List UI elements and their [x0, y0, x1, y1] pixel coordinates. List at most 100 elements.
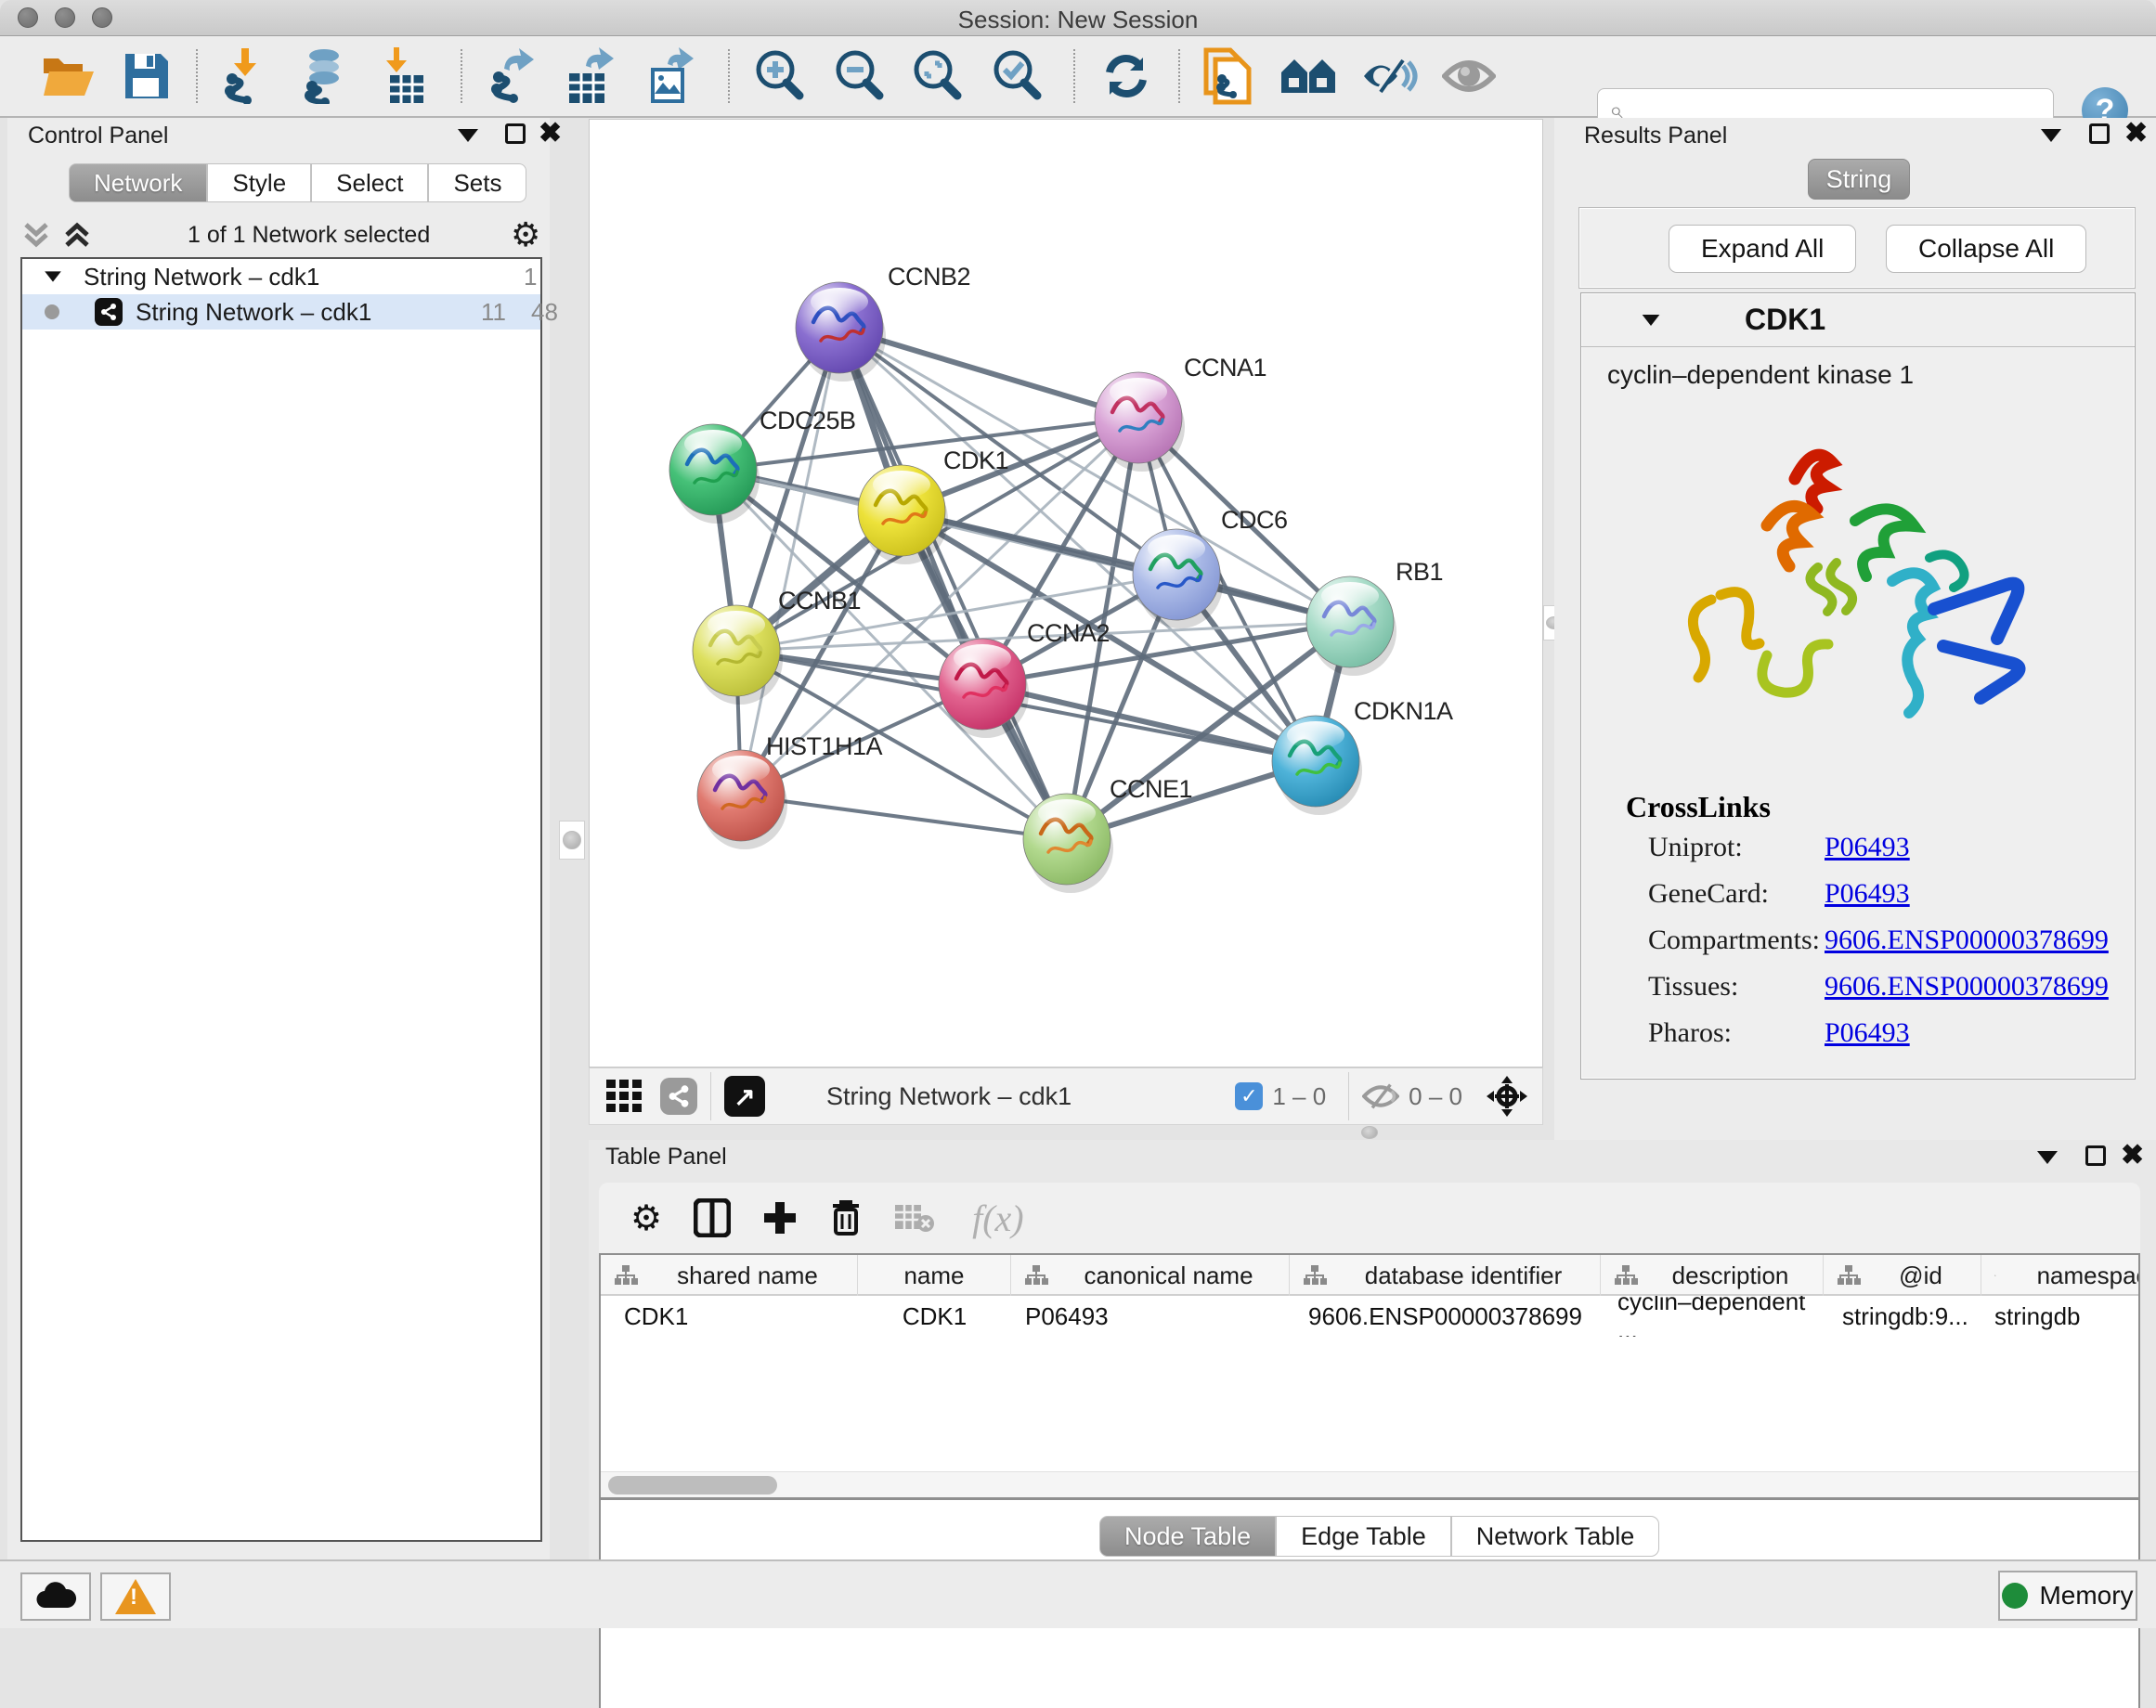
open-session-button[interactable] [38, 45, 99, 107]
network-graph[interactable]: CCNB2CCNA1CDC25BCDK1CDC6RB1CCNB1CCNA2CDK… [590, 120, 1542, 1067]
zoom-out-button[interactable] [829, 45, 890, 107]
create-column-icon[interactable] [762, 1200, 798, 1236]
network-node-HIST1H1A[interactable]: HIST1H1A [697, 732, 883, 849]
table-horizontal-scrollbar[interactable] [601, 1471, 2138, 1497]
export-image-button[interactable] [640, 45, 701, 107]
zoom-fit-button[interactable] [907, 45, 968, 107]
results-panel-close-icon[interactable]: ✖ [2124, 123, 2148, 144]
collapse-all-icon[interactable] [20, 219, 52, 251]
table-panel-close-icon[interactable]: ✖ [2121, 1145, 2144, 1166]
tab-network-table[interactable]: Network Table [1451, 1516, 1660, 1557]
memory-button[interactable]: Memory [1998, 1571, 2137, 1621]
network-edge-CCNE1-HIST1H1A[interactable] [741, 796, 1067, 839]
crosslink-value-link[interactable]: P06493 [1825, 878, 1910, 910]
control-panel: Control Panel ✖ NetworkStyleSelectSets 1… [7, 118, 550, 1559]
export-network-icon [486, 48, 536, 104]
warnings-button[interactable] [100, 1572, 171, 1621]
network-edge-CCNB2-HIST1H1A[interactable] [741, 328, 839, 796]
network-node-CDC6[interactable]: CDC6 [1133, 506, 1288, 628]
export-network-button[interactable] [480, 45, 541, 107]
export-table-button[interactable] [560, 45, 621, 107]
gene-section-header[interactable]: CDK1 [1581, 293, 2135, 347]
table-panel-maximize-icon[interactable] [2085, 1145, 2106, 1166]
table-cell[interactable]: CDK1 [858, 1296, 1011, 1337]
network-tree: String Network – cdk1 1 String Network –… [20, 257, 542, 1542]
table-cell[interactable]: stringdb:9... [1824, 1296, 1981, 1337]
control-panel-float-icon[interactable] [458, 129, 478, 142]
collection-collapse-icon[interactable] [45, 271, 61, 281]
eye-icon [1442, 56, 1496, 97]
network-node-CCNA1[interactable]: CCNA1 [1095, 354, 1266, 472]
vertical-split-handle[interactable] [559, 821, 585, 860]
column-header-canonical-name[interactable]: canonical name [1011, 1255, 1290, 1296]
cloud-icon [34, 1582, 77, 1611]
tab-node-table[interactable]: Node Table [1099, 1516, 1276, 1557]
zoom-in-button[interactable] [749, 45, 811, 107]
expand-all-icon[interactable] [61, 219, 93, 251]
crosslink-value-link[interactable]: P06493 [1825, 832, 1910, 863]
control-panel-maximize-icon[interactable] [505, 123, 526, 144]
column-header-database-identifier[interactable]: database identifier [1290, 1255, 1601, 1296]
import-network-file-button[interactable] [215, 45, 277, 107]
import-table-button[interactable] [376, 45, 437, 107]
delete-column-icon[interactable] [829, 1198, 863, 1237]
control-panel-close-icon[interactable]: ✖ [539, 123, 562, 144]
column-header-name[interactable]: name [858, 1255, 1011, 1296]
navigator-crosshair-icon[interactable] [1485, 1074, 1529, 1119]
table-cell[interactable]: cyclin–dependent ... [1601, 1296, 1824, 1337]
results-panel-float-icon[interactable] [2041, 129, 2061, 142]
network-node-RB1[interactable]: RB1 [1306, 558, 1443, 676]
open-in-window-icon[interactable]: ↗ [724, 1076, 765, 1117]
network-options-gear-icon[interactable]: ⚙ [511, 215, 540, 254]
birds-eye-grid-icon[interactable] [606, 1078, 645, 1115]
crosslink-value-link[interactable]: 9606.ENSP00000378699 [1825, 971, 2109, 1003]
network-home-button[interactable] [1279, 45, 1340, 107]
table-cell[interactable]: stringdb [1981, 1296, 2140, 1337]
table-cell[interactable]: CDK1 [601, 1296, 858, 1337]
tab-select[interactable]: Select [311, 163, 428, 202]
string-view-icon[interactable] [660, 1078, 697, 1115]
network-canvas[interactable]: CCNB2CCNA1CDC25BCDK1CDC6RB1CCNB1CCNA2CDK… [589, 119, 1543, 1068]
tab-string[interactable]: String [1808, 159, 1910, 200]
refresh-button[interactable] [1096, 45, 1157, 107]
hide-selected-button[interactable] [1358, 45, 1420, 107]
crosslink-label: Uniprot: [1648, 832, 1825, 863]
gene-name: CDK1 [1745, 303, 1825, 337]
column-header-namespace[interactable]: namespace [1981, 1255, 2140, 1296]
table-cell[interactable]: 9606.ENSP00000378699 [1290, 1296, 1601, 1337]
network-row-selected[interactable]: String Network – cdk1 11 48 [22, 294, 540, 330]
table-panel-float-icon[interactable] [2037, 1151, 2058, 1164]
section-collapse-icon[interactable] [1643, 315, 1660, 326]
network-node-CCNB2[interactable]: CCNB2 [796, 263, 970, 382]
results-panel-maximize-icon[interactable] [2089, 123, 2110, 144]
column-header-shared-name[interactable]: shared name [601, 1255, 858, 1296]
network-node-CCNE1[interactable]: CCNE1 [1023, 775, 1192, 893]
collapse-all-button[interactable]: Collapse All [1886, 225, 2086, 273]
table-cell[interactable]: P06493 [1011, 1296, 1290, 1337]
table-row[interactable]: CDK1CDK1P064939606.ENSP00000378699cyclin… [601, 1296, 2138, 1337]
expand-all-button[interactable]: Expand All [1669, 225, 1856, 273]
save-session-button[interactable] [116, 45, 177, 107]
column-header-description[interactable]: description [1601, 1255, 1824, 1296]
tab-sets[interactable]: Sets [428, 163, 526, 202]
show-all-button[interactable] [1438, 45, 1500, 107]
crosslink-value-link[interactable]: 9606.ENSP00000378699 [1825, 925, 2109, 956]
table-options-gear-icon[interactable]: ⚙ [630, 1197, 662, 1239]
crosslink-value-link[interactable]: P06493 [1825, 1017, 1910, 1049]
tab-network[interactable]: Network [69, 163, 207, 202]
function-builder-icon: f(x) [972, 1197, 1024, 1240]
selected-checkbox-icon[interactable]: ✓ [1235, 1082, 1263, 1110]
tab-edge-table[interactable]: Edge Table [1276, 1516, 1451, 1557]
scrollbar-thumb[interactable] [608, 1476, 777, 1494]
network-collection-row[interactable]: String Network – cdk1 1 [22, 259, 540, 294]
cloud-status-button[interactable] [20, 1572, 91, 1621]
tab-style[interactable]: Style [207, 163, 311, 202]
zoom-selected-button[interactable] [987, 45, 1048, 107]
network-edge-CCNB2-CCNE1[interactable] [839, 328, 1067, 839]
show-columns-icon[interactable] [694, 1198, 731, 1237]
string-import-button[interactable] [1198, 45, 1259, 107]
import-network-database-button[interactable] [295, 45, 357, 107]
delete-table-icon [894, 1202, 935, 1234]
column-header--id[interactable]: @id [1824, 1255, 1981, 1296]
network-node-CDKN1A[interactable]: CDKN1A [1272, 697, 1453, 815]
